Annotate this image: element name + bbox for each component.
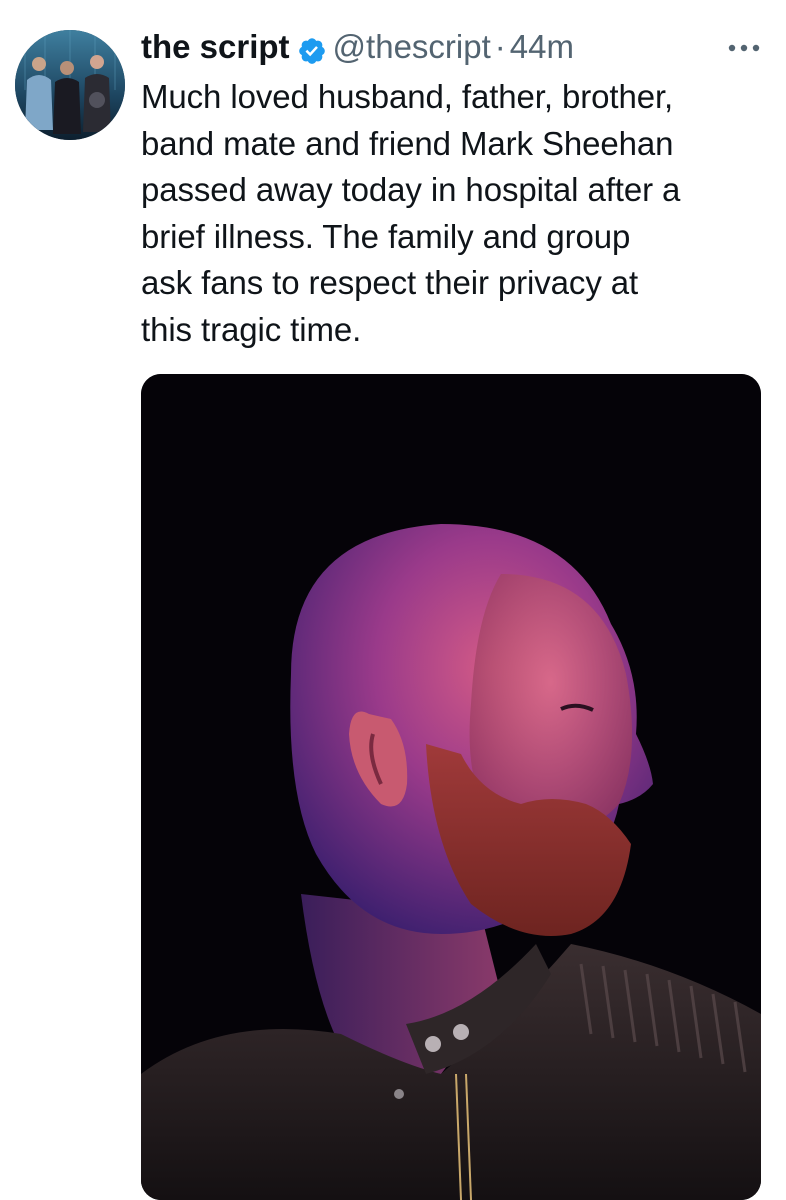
- more-horizontal-icon: [728, 44, 760, 52]
- tweet-media-photo[interactable]: [141, 374, 761, 1200]
- author-handle[interactable]: @thescript: [333, 24, 491, 70]
- header-separator: ·: [494, 28, 506, 65]
- tweet-header: the script @thescript · 44m: [141, 24, 574, 70]
- portrait-photo: [141, 374, 761, 1200]
- tweet[interactable]: the script @thescript · 44m Much loved h…: [0, 0, 786, 1200]
- tweet-text: Much loved husband, father, brother, ban…: [141, 78, 681, 348]
- author-avatar[interactable]: [15, 30, 125, 140]
- more-options-button[interactable]: [722, 30, 766, 66]
- tweet-timestamp[interactable]: 44m: [510, 24, 574, 70]
- author-display-name[interactable]: the script: [141, 24, 290, 70]
- verified-badge-icon: [297, 32, 327, 64]
